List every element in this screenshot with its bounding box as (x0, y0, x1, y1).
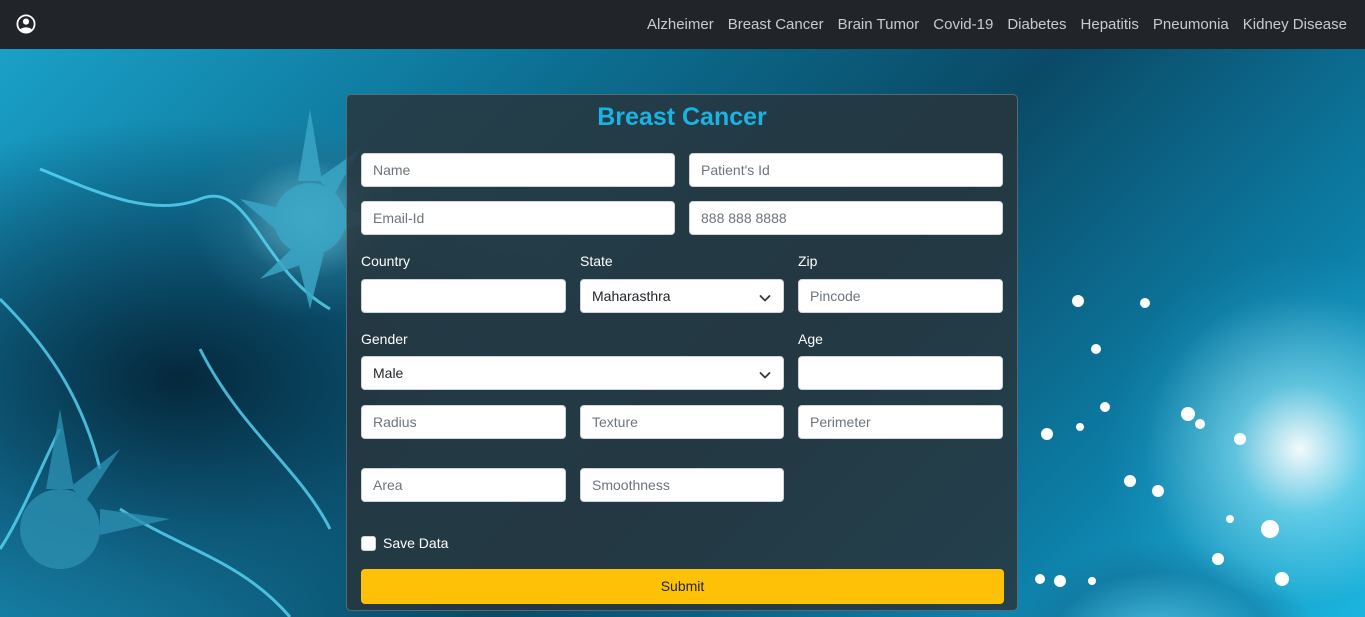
nav-link-kidney-disease[interactable]: Kidney Disease (1236, 16, 1354, 33)
gender-label: Gender (361, 331, 408, 347)
area-field[interactable] (361, 468, 566, 502)
save-data-label: Save Data (383, 535, 449, 551)
form-title: Breast Cancer (597, 103, 767, 131)
chevron-down-icon (759, 291, 771, 303)
patient-id-field[interactable] (689, 153, 1003, 187)
state-select[interactable]: Maharasthra (580, 279, 784, 313)
zip-field[interactable] (798, 279, 1003, 313)
country-label: Country (361, 253, 411, 269)
phone-field[interactable] (689, 201, 1003, 235)
save-data-checkbox[interactable] (361, 535, 376, 551)
save-data-row: Save Data (361, 535, 448, 551)
nav-link-breast-cancer[interactable]: Breast Cancer (721, 16, 831, 33)
navbar: Alzheimer Breast Cancer Brain Tumor Covi… (0, 0, 1365, 49)
name-field[interactable] (361, 153, 675, 187)
breast-cancer-form: Breast Cancer Country State Zip Maharast… (346, 94, 1018, 611)
age-field[interactable] (798, 356, 1003, 390)
nav-link-brain-tumor[interactable]: Brain Tumor (831, 16, 927, 33)
gender-select[interactable]: Male (361, 356, 784, 390)
state-label: State (580, 253, 613, 269)
gender-select-value: Male (373, 365, 404, 381)
nav-link-covid-19[interactable]: Covid-19 (926, 16, 1000, 33)
nav-links: Alzheimer Breast Cancer Brain Tumor Covi… (640, 0, 1354, 49)
nav-link-alzheimer[interactable]: Alzheimer (640, 16, 721, 33)
perimeter-field[interactable] (798, 405, 1003, 439)
state-select-value: Maharasthra (592, 288, 671, 304)
texture-field[interactable] (580, 405, 784, 439)
submit-button[interactable]: Submit (361, 569, 1004, 604)
age-label: Age (798, 331, 823, 347)
user-circle-icon[interactable] (16, 14, 36, 34)
nav-link-hepatitis[interactable]: Hepatitis (1074, 16, 1146, 33)
nav-link-diabetes[interactable]: Diabetes (1000, 16, 1073, 33)
chevron-down-icon (759, 368, 771, 380)
email-field[interactable] (361, 201, 675, 235)
country-field[interactable] (361, 279, 566, 313)
zip-label: Zip (798, 253, 818, 269)
smoothness-field[interactable] (580, 468, 784, 502)
radius-field[interactable] (361, 405, 566, 439)
nav-link-pneumonia[interactable]: Pneumonia (1146, 16, 1236, 33)
